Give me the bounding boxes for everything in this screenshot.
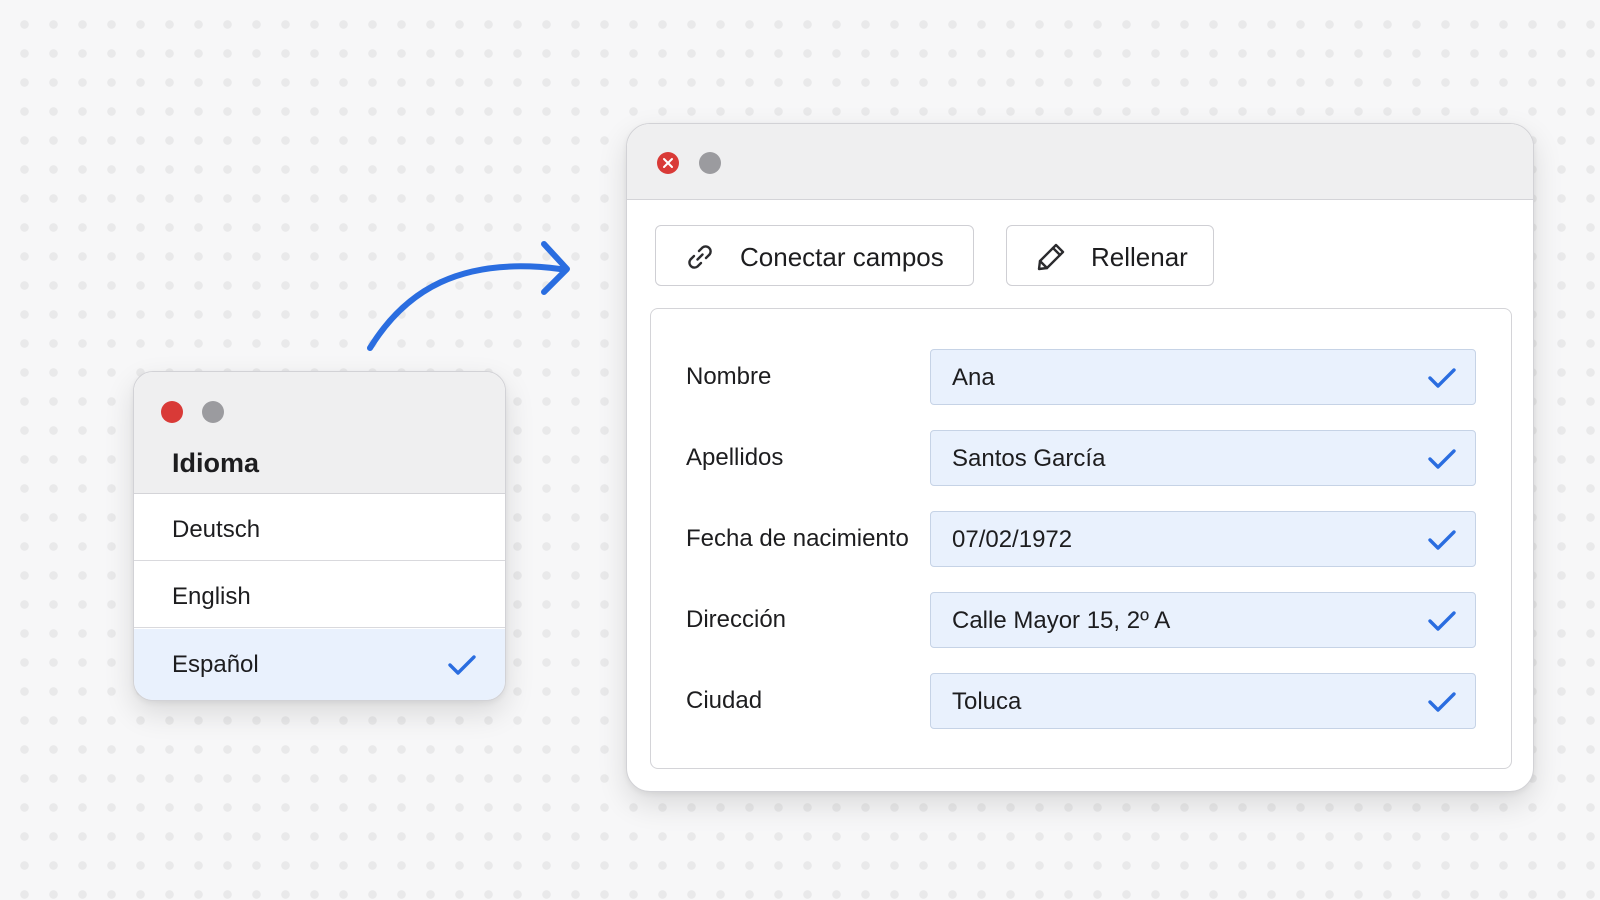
- language-window-titlebar: Idioma: [134, 372, 505, 494]
- nombre-field[interactable]: Ana: [930, 349, 1476, 405]
- field-value: 07/02/1972: [952, 526, 1073, 553]
- pencil-icon: [1037, 243, 1065, 271]
- fecha-nacimiento-field[interactable]: 07/02/1972: [930, 511, 1476, 567]
- direccion-field[interactable]: Calle Mayor 15, 2º A: [930, 592, 1476, 648]
- field-label: Dirección: [686, 606, 787, 633]
- apellidos-field[interactable]: Santos García: [930, 430, 1476, 486]
- close-button[interactable]: [657, 152, 679, 174]
- field-label: Ciudad: [686, 687, 763, 714]
- language-option-label: Español: [172, 651, 259, 678]
- checkmark-icon: [1428, 611, 1456, 631]
- checkmark-icon: [1428, 449, 1456, 469]
- form-window: Conectar campos Rellenar Nombre Ana Apel…: [626, 123, 1534, 792]
- fill-label: Rellenar: [1091, 242, 1188, 272]
- checkmark-icon: [1428, 692, 1456, 712]
- connect-fields-label: Conectar campos: [740, 242, 944, 272]
- fill-button[interactable]: Rellenar: [1006, 225, 1214, 286]
- ciudad-field[interactable]: Toluca: [930, 673, 1476, 729]
- form-row-apellidos: Apellidos Santos García: [651, 430, 1511, 486]
- language-window-title: Idioma: [172, 448, 260, 478]
- language-option-english[interactable]: English: [134, 562, 505, 628]
- language-option-label: English: [172, 583, 251, 610]
- curved-arrow-icon: [367, 241, 570, 351]
- field-value: Toluca: [952, 688, 1022, 715]
- form-row-nombre: Nombre Ana: [651, 349, 1511, 405]
- minimize-dot-icon[interactable]: [699, 152, 721, 174]
- close-icon: [663, 158, 673, 168]
- checkmark-icon: [1428, 368, 1456, 388]
- field-label: Nombre: [686, 363, 772, 390]
- language-option-label: Deutsch: [172, 516, 261, 543]
- checkmark-icon: [448, 655, 476, 675]
- language-option-deutsch[interactable]: Deutsch: [134, 495, 505, 561]
- field-label: Apellidos: [686, 444, 784, 471]
- language-option-espanol[interactable]: Español: [134, 629, 505, 700]
- form-row-direccion: Dirección Calle Mayor 15, 2º A: [651, 592, 1511, 648]
- field-value: Santos García: [952, 445, 1106, 472]
- field-label: Fecha de nacimiento: [686, 525, 909, 552]
- language-window: Idioma Deutsch English Español: [133, 371, 506, 701]
- form-row-fecha-nacimiento: Fecha de nacimiento 07/02/1972: [651, 511, 1511, 567]
- connect-fields-button[interactable]: Conectar campos: [655, 225, 974, 286]
- field-value: Ana: [952, 364, 995, 391]
- checkmark-icon: [1428, 530, 1456, 550]
- field-value: Calle Mayor 15, 2º A: [952, 607, 1171, 634]
- minimize-dot-icon[interactable]: [202, 401, 224, 423]
- form-panel: Nombre Ana Apellidos Santos García Fecha…: [650, 308, 1512, 769]
- close-dot-icon[interactable]: [161, 401, 183, 423]
- form-row-ciudad: Ciudad Toluca: [651, 673, 1511, 729]
- form-window-titlebar: [627, 124, 1533, 200]
- link-icon: [688, 245, 712, 269]
